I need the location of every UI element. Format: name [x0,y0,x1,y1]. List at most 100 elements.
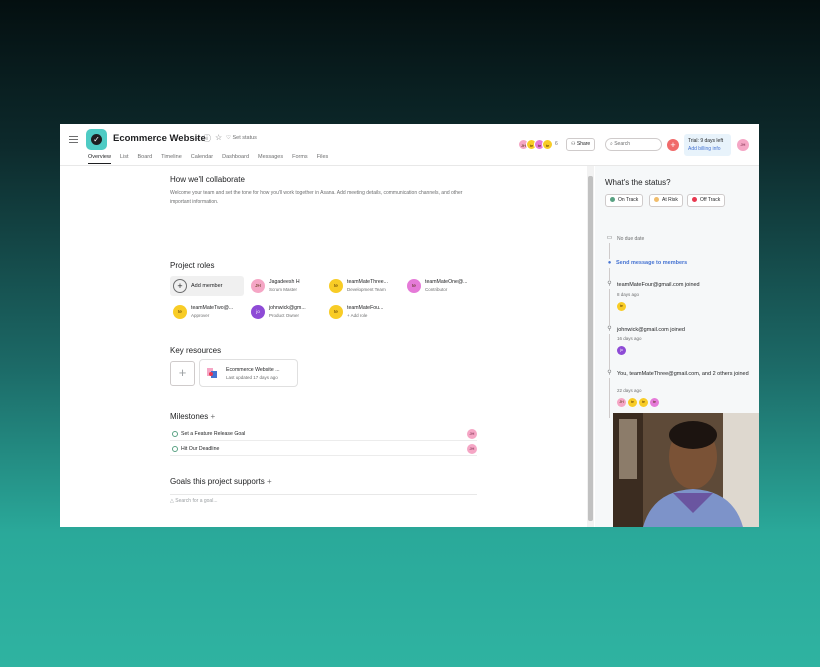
add-goal-icon[interactable]: + [267,477,272,486]
add-role-link[interactable]: + Add role [347,312,383,319]
set-status-button[interactable]: ♡ Set status [226,135,257,141]
webcam-overlay [613,413,759,527]
avatar: te [407,279,421,293]
role-member[interactable]: te teamMateThree... Development Team [329,279,388,293]
avatar: te [639,398,648,407]
milestone-row[interactable]: Hit Our Deadline JH [170,442,477,456]
collaborate-title: How we'll collaborate [170,175,245,184]
add-milestone-icon[interactable]: + [210,412,215,421]
share-label: Share [576,141,591,147]
activity-text: teamMateFour@gmail.com joined [617,282,700,288]
role-member[interactable]: te teamMateFou... + Add role [329,305,383,319]
member-role: Approver [191,313,210,318]
search-placeholder: Search [614,141,631,147]
avatar: jo [617,346,626,355]
search-icon: ⌕ [610,141,613,147]
add-resource-button[interactable]: + [170,361,195,386]
star-icon[interactable]: ☆ [215,133,222,142]
off-track-label: Off Track [700,197,721,203]
check-icon: ✓ [91,134,102,145]
member-name: Jagadeesh H [269,279,300,285]
tab-timeline[interactable]: Timeline [161,154,182,164]
status-dot-icon [692,196,697,202]
trial-banner[interactable]: Trial: 9 days left Add billing info [684,134,731,156]
create-button[interactable]: + [667,139,679,151]
message-icon: ● [605,259,614,268]
tab-files[interactable]: Files [317,154,329,164]
tab-board[interactable]: Board [137,154,152,164]
milestones-title: Milestones + [170,412,215,421]
trial-label: Trial: 9 days left [688,138,724,144]
member-name: teamMateTwo@... [191,305,234,311]
add-billing-link[interactable]: Add billing info [688,145,727,153]
role-member[interactable]: jo johnwick@gm... Product Owner [251,305,306,319]
user-joined-icon: ⚲ [605,325,614,334]
on-track-button[interactable]: On Track [605,194,644,207]
avatar: te [650,398,659,407]
tab-forms[interactable]: Forms [292,154,308,164]
tab-overview[interactable]: Overview [88,154,111,164]
member-count: 6 [555,141,558,147]
at-risk-button[interactable]: At Risk [649,194,683,207]
add-member-button[interactable]: + Add member [170,276,244,296]
member-role: Scrum Master [269,287,298,292]
goal-search-input[interactable]: △ Search for a goal... [170,494,477,506]
top-bar: ✓ Ecommerce Website ⌄ ⓘ ☆ ♡ Set status O… [60,124,759,166]
resource-name: Ecommerce Website ... [226,367,280,373]
project-tabs: Overview List Board Timeline Calendar Da… [88,154,337,164]
member-name: johnwick@gm... [269,305,306,311]
role-member[interactable]: te teamMateTwo@... Approver [173,305,233,319]
resource-updated: Last updated 17 days ago [226,375,278,380]
activity-time: 22 days ago [617,388,642,393]
resource-card[interactable]: Ecommerce Website ... Last updated 17 da… [199,359,298,387]
milestone-check-icon[interactable] [172,446,178,452]
role-member[interactable]: te teamMateOne@... Contributor [407,279,467,293]
goal-icon: △ [170,498,174,504]
milestone-check-icon[interactable] [172,431,178,437]
scrollbar-thumb[interactable] [588,176,593,521]
activity-text: You, teamMateThree@gmail.com, and 2 othe… [617,371,749,377]
menu-icon[interactable] [69,136,78,144]
avatar: te [173,305,187,319]
avatar: JH [251,279,265,293]
avatar: te [329,279,343,293]
key-resources-title: Key resources [170,346,222,355]
project-title[interactable]: Ecommerce Website [113,133,206,144]
share-button[interactable]: ⚇ Share [566,138,596,151]
tab-list[interactable]: List [120,154,129,164]
collaborate-description[interactable]: Welcome your team and set the tone for h… [170,189,470,206]
no-due-date[interactable]: No due date [617,235,752,243]
search-input[interactable]: ⌕ Search [605,138,662,151]
status-dot-icon [654,196,659,202]
status-question: What's the status? [605,178,671,187]
member-role: Contributor [425,287,448,292]
member-avatars[interactable]: JH te te te 6 [518,139,558,150]
member-name: teamMateThree... [347,279,388,285]
milestone-label: Hit Our Deadline [181,446,220,452]
plus-icon: + [173,279,187,293]
user-avatar[interactable]: JH [737,139,749,151]
file-icon [207,368,217,378]
role-member[interactable]: JH Jagadeesh H Scrum Master [251,279,300,293]
tab-dashboard[interactable]: Dashboard [222,154,249,164]
app-window: ✓ Ecommerce Website ⌄ ⓘ ☆ ♡ Set status O… [60,124,759,527]
goal-search-placeholder: Search for a goal... [175,498,218,504]
overview-content: How we'll collaborate Welcome your team … [60,166,587,527]
off-track-button[interactable]: Off Track [687,194,726,207]
goals-title: Goals this project supports + [170,477,272,486]
send-message-link[interactable]: Send message to members [616,260,687,266]
avatar: JH [617,398,626,407]
project-icon: ✓ [86,129,107,150]
tab-messages[interactable]: Messages [258,154,283,164]
info-icon[interactable]: ⓘ [203,133,211,144]
avatar: JH [467,444,477,454]
goals-label: Goals this project supports [170,477,265,486]
tab-calendar[interactable]: Calendar [191,154,213,164]
avatar: te [628,398,637,407]
member-name: teamMateOne@... [425,279,468,285]
chevron-down-icon[interactable]: ⌄ [193,133,200,142]
activity-time: 16 days ago [617,336,642,341]
user-joined-icon: ⚲ [605,280,614,289]
milestone-row[interactable]: Set a Feature Release Goal JH [170,427,477,441]
avatar: JH [467,429,477,439]
